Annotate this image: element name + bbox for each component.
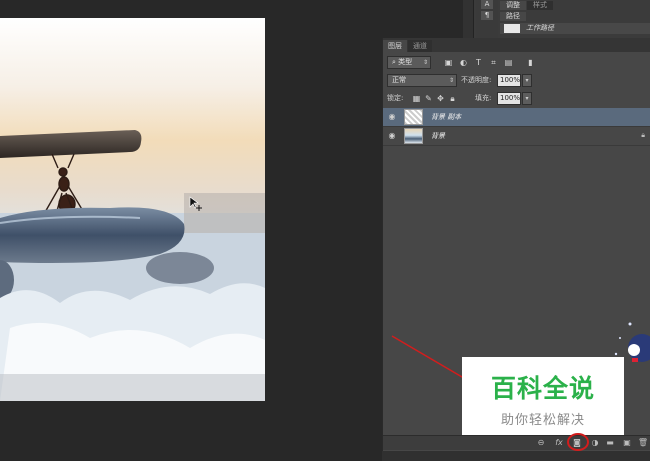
path-name: 工作路径 [526, 24, 554, 32]
layer-row-background[interactable]: ◉ 背景 🔒︎ [383, 127, 650, 146]
link-icon[interactable]: ⊖ [535, 437, 547, 449]
layer-thumbnail [404, 128, 423, 144]
side-icon-column: A ¶ [476, 0, 498, 38]
annotation-circle [567, 433, 589, 451]
fx-icon[interactable]: fx [553, 437, 565, 449]
blend-row: 正常 ⇕ 不透明度: 100% ▾ [385, 74, 647, 87]
tab-paths[interactable]: 路径 [500, 12, 526, 21]
lock-label: 锁定: [387, 94, 404, 102]
tab-layers[interactable]: 图层 [383, 40, 407, 52]
panel-collapse-strip[interactable] [463, 0, 474, 38]
select-arrow-icon: ⇕ [422, 59, 428, 66]
lock-position-icon[interactable]: ✥ [435, 93, 446, 104]
path-thumbnail [504, 24, 520, 33]
filter-toggle-icon[interactable]: ▮ [525, 57, 536, 68]
lock-icon: 🔒︎ [641, 131, 645, 139]
fill-dropdown-icon[interactable]: ▾ [522, 92, 532, 105]
smart-object-filter-icon[interactable]: ▤ [503, 57, 514, 68]
paragraph-icon[interactable]: ¶ [481, 11, 493, 20]
move-cursor-icon [189, 196, 202, 211]
character-icon[interactable]: A [481, 0, 493, 9]
filter-row: ⌕ 类型 ⇕ ▣ ◐ T ⌗ ▤ ▮ [385, 56, 647, 69]
tab-channels[interactable]: 通道 [408, 40, 432, 52]
type-filter-icon[interactable]: T [473, 57, 484, 68]
fill-input[interactable]: 100% [497, 92, 521, 105]
lock-all-icon[interactable]: 🔒︎ [447, 93, 458, 104]
lock-transparency-icon[interactable]: ▦ [411, 93, 422, 104]
layer-thumbnail [404, 109, 423, 125]
layers-footer: ⊖ fx ◙ ◑ ▬ ▣ 🗑︎ [383, 435, 650, 450]
paths-tab-strip: 路径 [500, 11, 527, 21]
top-tab-strip: 调整 样式 [500, 0, 554, 10]
adjustment-filter-icon[interactable]: ◐ [458, 57, 469, 68]
shape-filter-icon[interactable]: ⌗ [488, 57, 499, 68]
filter-kind-select[interactable]: ⌕ 类型 ⇕ [387, 56, 431, 69]
opacity-input[interactable]: 100% [497, 74, 521, 87]
watermark-logo: 百科全说 助你轻松解决 [462, 357, 624, 435]
tab-adjustments[interactable]: 调整 [500, 1, 526, 10]
path-row[interactable]: 工作路径 [500, 23, 650, 34]
opacity-label: 不透明度: [461, 76, 492, 84]
layer-row-background-copy[interactable]: ◉ 背景 副本 [383, 108, 650, 127]
layer-name: 背景 [431, 132, 445, 140]
opacity-dropdown-icon[interactable]: ▾ [522, 74, 532, 87]
tab-styles[interactable]: 样式 [527, 1, 553, 10]
blend-mode-select[interactable]: 正常 ⇕ [387, 74, 457, 87]
select-arrow-icon: ⇕ [448, 77, 454, 84]
eye-icon[interactable]: ◉ [387, 131, 397, 141]
panel-bottom-strip [382, 451, 650, 461]
lock-pixels-icon[interactable]: ✎ [423, 93, 434, 104]
adjustment-icon[interactable]: ◑ [589, 437, 601, 449]
lock-row: 锁定: ▦ ✎ ✥ 🔒︎ 填充: 100% ▾ [385, 92, 647, 105]
canvas-photo[interactable] [0, 18, 265, 401]
watermark-title: 百科全说 [490, 374, 595, 403]
new-layer-icon[interactable]: ▣ [621, 437, 633, 449]
layer-name: 背景 副本 [431, 113, 462, 121]
folder-icon[interactable]: ▬ [604, 437, 616, 449]
fill-label: 填充: [475, 94, 492, 102]
layers-tabbar: 图层 通道 [383, 38, 650, 52]
pixel-filter-icon[interactable]: ▣ [443, 57, 454, 68]
eye-icon[interactable]: ◉ [387, 112, 397, 122]
watermark-subtitle: 助你轻松解决 [500, 413, 585, 428]
trash-icon[interactable]: 🗑︎ [637, 437, 649, 449]
